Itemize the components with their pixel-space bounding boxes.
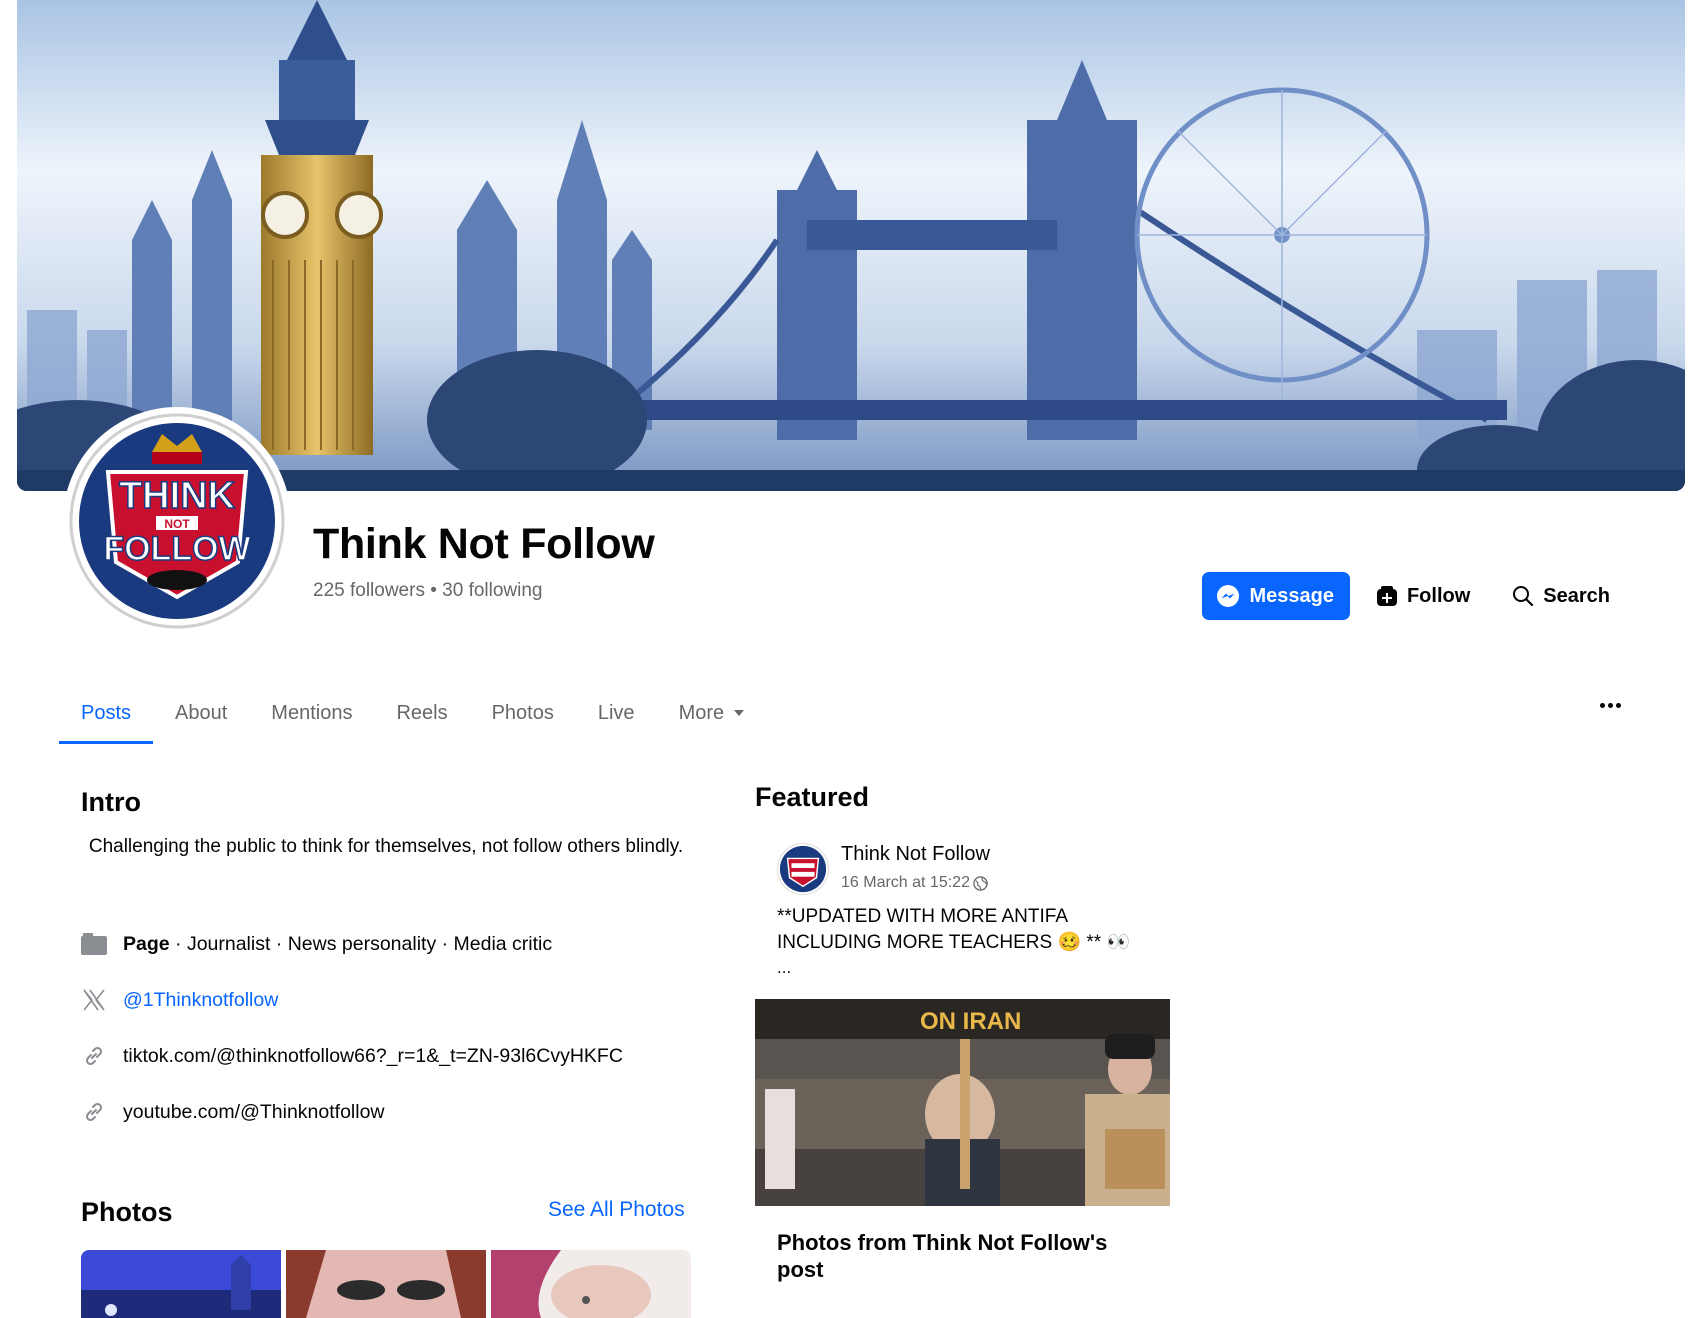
post-image[interactable]: ON IRAN [755, 999, 1170, 1206]
search-button[interactable]: Search [1496, 572, 1626, 620]
more-options-button[interactable] [1595, 690, 1625, 720]
post-text: **UPDATED WITH MORE ANTIFA INCLUDING MOR… [777, 906, 1131, 953]
intro-category: Page · Journalist · News personality · M… [81, 931, 552, 957]
intro-twitter: @1Thinknotfollow [81, 987, 278, 1013]
tab-reels-label: Reels [396, 701, 448, 724]
page-actions: Message Follow Search [1202, 572, 1626, 620]
dot-icon [1607, 702, 1613, 708]
photos-title: Photos [81, 1197, 173, 1227]
photo-thumbnail[interactable] [286, 1250, 486, 1318]
tab-posts-label: Posts [81, 701, 132, 724]
intro-youtube: youtube.com/@Thinknotfollow [81, 1099, 385, 1125]
intro-tiktok: tiktok.com/@thinknotfollow66?_r=1&_t=ZN-… [81, 1043, 623, 1069]
dot-icon [1615, 702, 1621, 708]
message-button-label: Message [1249, 584, 1334, 607]
tab-live[interactable]: Live [576, 682, 657, 744]
caret-down-icon [734, 710, 745, 716]
category-details: · Journalist · News personality · Media … [169, 932, 553, 955]
twitter-link[interactable]: @1Thinknotfollow [123, 989, 278, 1012]
post-author-avatar[interactable] [777, 843, 829, 895]
photo-thumbnail[interactable] [491, 1250, 691, 1318]
tiktok-link[interactable]: tiktok.com/@thinknotfollow66?_r=1&_t=ZN-… [123, 1045, 623, 1068]
tab-photos-label: Photos [491, 701, 554, 724]
search-button-label: Search [1543, 584, 1610, 607]
profile-picture[interactable]: THINK NOT FOLLOW [63, 407, 291, 635]
post-caption[interactable]: Photos from Think Not Follow's post [777, 1229, 1137, 1283]
follow-button-label: Follow [1406, 584, 1471, 607]
follower-stats[interactable]: 225 followers • 30 following [313, 580, 543, 602]
messenger-icon [1217, 585, 1240, 607]
see-all-photos-link[interactable]: See All Photos [548, 1198, 685, 1222]
logo-text-top: THINK [119, 475, 236, 517]
follow-icon [1376, 586, 1397, 606]
tab-photos[interactable]: Photos [470, 682, 576, 744]
post-time-text: 16 March at 15:22 [841, 874, 970, 891]
protest-sign-text: ON IRAN [920, 1008, 1021, 1035]
x-twitter-icon [81, 987, 107, 1013]
dot-icon [1599, 702, 1605, 708]
search-icon [1513, 586, 1534, 607]
globe-icon [973, 875, 988, 891]
post-see-more[interactable]: ... [777, 958, 791, 978]
tab-live-label: Live [597, 701, 635, 724]
tab-about-label: About [175, 701, 228, 724]
tab-more-label: More [678, 701, 725, 724]
post-author-name[interactable]: Think Not Follow [841, 843, 990, 866]
tab-reels[interactable]: Reels [374, 682, 469, 744]
follow-button[interactable]: Follow [1360, 572, 1486, 620]
page-title: Think Not Follow [313, 520, 655, 568]
post-timestamp[interactable]: 16 March at 15:22 [841, 874, 988, 892]
photo-thumbnail[interactable] [81, 1250, 281, 1318]
intro-title: Intro [81, 787, 141, 817]
facebook-page-profile: THINK NOT FOLLOW Think Not Follow 225 fo… [0, 0, 1694, 1318]
logo-text-middle: NOT [164, 517, 190, 531]
link-icon [81, 1043, 107, 1069]
tab-more[interactable]: More [657, 682, 767, 744]
tab-posts[interactable]: Posts [59, 682, 154, 744]
link-icon [81, 1099, 107, 1125]
featured-title: Featured [755, 782, 870, 812]
page-category-icon [81, 931, 107, 957]
tab-about[interactable]: About [153, 682, 249, 744]
intro-bio: Challenging the public to think for them… [88, 836, 684, 857]
tab-mentions-label: Mentions [271, 701, 353, 724]
logo-text-bottom: FOLLOW [103, 530, 251, 568]
photo-grid [81, 1250, 691, 1318]
page-tabs: Posts About Mentions Reels Photos Live M… [59, 682, 766, 744]
tab-mentions[interactable]: Mentions [249, 682, 374, 744]
youtube-link[interactable]: youtube.com/@Thinknotfollow [123, 1101, 385, 1124]
category-label: Page [123, 932, 170, 955]
message-button[interactable]: Message [1202, 572, 1350, 620]
